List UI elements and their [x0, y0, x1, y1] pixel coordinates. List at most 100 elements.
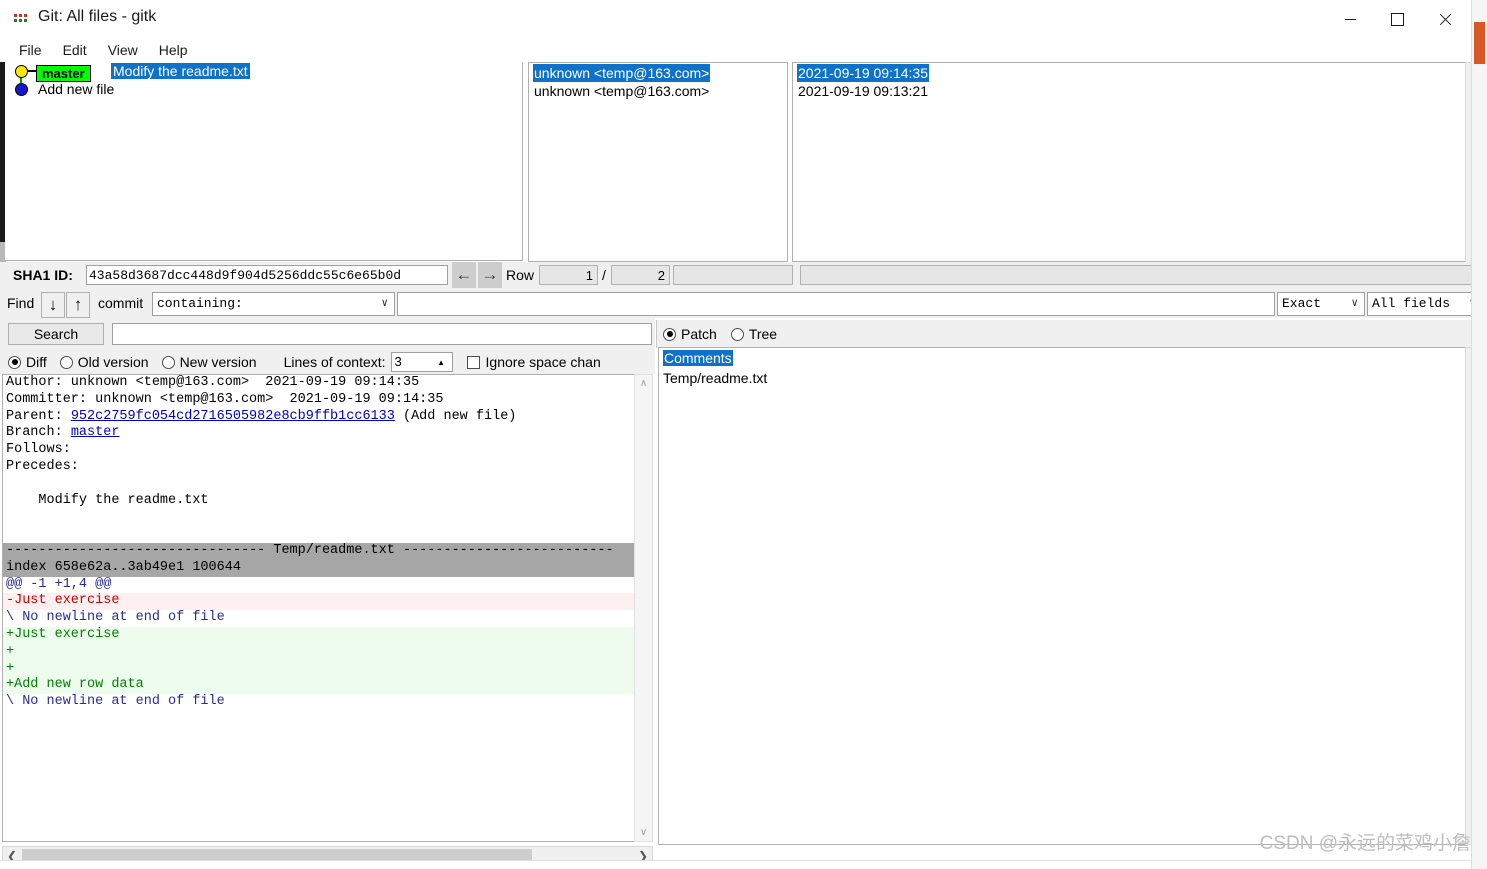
diff-text: + [6, 643, 15, 659]
lines-of-context-label: Lines of context: [283, 354, 386, 370]
chevron-down-icon: ∨ [1351, 298, 1358, 310]
commit-date-row-1[interactable]: 2021-09-19 09:13:21 [797, 82, 929, 100]
window-title: Git: All files - gitk [38, 8, 157, 25]
menu-item-file[interactable]: File [10, 40, 51, 60]
file-list-item-readme[interactable]: Temp/readme.txt [663, 370, 767, 386]
diff-line-4: Follows: [3, 442, 639, 459]
radio-new-version[interactable] [161, 355, 175, 369]
find-input[interactable] [397, 292, 1275, 316]
radio-tree[interactable] [730, 327, 744, 341]
menu-item-edit[interactable]: Edit [54, 40, 96, 60]
find-exact-select[interactable]: Exact ∨ [1277, 292, 1365, 316]
diff-text: Parent: [6, 408, 71, 424]
file-list-panel[interactable]: Comments Temp/readme.txt [658, 347, 1472, 845]
close-icon [1438, 13, 1451, 26]
maximize-button[interactable] [1374, 0, 1420, 38]
diff-line-17: + [3, 660, 639, 678]
commit-date-row-0[interactable]: 2021-09-19 09:14:35 [797, 64, 929, 82]
stepper-arrows[interactable]: ▲ ▼ [436, 354, 447, 385]
diff-link[interactable]: master [71, 425, 120, 440]
commit-subject-row-0[interactable]: Modify the readme.txt [111, 63, 250, 79]
lines-of-context-stepper[interactable]: 3 ▲ ▼ [390, 352, 453, 385]
back-button[interactable]: ← [452, 262, 476, 288]
gitk-window: Git: All files - gitk File Edit View Hel… [0, 0, 1487, 869]
diff-line-5: Precedes: [3, 459, 639, 476]
row-total-field: 2 [611, 265, 670, 285]
diff-text: @@ -1 +1,4 @@ [6, 576, 112, 592]
commit-author-pane[interactable]: unknown <temp@163.com> unknown <temp@163… [528, 62, 788, 262]
diff-panel[interactable]: Author: unknown <temp@163.com> 2021-09-1… [2, 374, 640, 842]
find-mode-select[interactable]: containing: ∨ [152, 292, 395, 316]
menu-item-view[interactable]: View [99, 40, 147, 60]
commit-author-row-1[interactable]: unknown <temp@163.com> [533, 82, 710, 100]
maximize-icon [1390, 12, 1404, 26]
diff-text: -Just exercise [6, 593, 120, 609]
radio-diff-label: Diff [26, 354, 47, 370]
diff-text: -------------------------------- Temp/re… [6, 542, 614, 558]
find-commit-label: commit [98, 295, 144, 311]
diff-text: \ No newline at end of file [6, 694, 225, 710]
close-button[interactable] [1421, 0, 1467, 38]
chevron-down-icon: ∨ [381, 298, 388, 310]
find-fields-select[interactable]: All fields ∨ [1367, 292, 1483, 316]
radio-patch[interactable] [663, 327, 676, 341]
branch-tag-master[interactable]: master [36, 65, 91, 82]
graph-node-head [15, 65, 28, 78]
commit-date-pane[interactable]: 2021-09-19 09:14:35 2021-09-19 09:13:21 [792, 62, 1467, 262]
find-fields-value: All fields [1372, 296, 1451, 311]
diff-line-2: Parent: 952c2759fc054cd2716505982e8cb9ff… [3, 409, 639, 426]
file-list-item-comments[interactable]: Comments [663, 350, 733, 366]
menu-bar: File Edit View Help [0, 38, 1477, 62]
search-input[interactable] [112, 323, 652, 345]
minimize-icon [1344, 18, 1356, 20]
diff-text: +Just exercise [6, 626, 120, 642]
sha1-input[interactable]: 43a58d3687dcc448d9f904d5256ddc55c6e65b0d [86, 265, 448, 285]
ignore-space-checkbox[interactable] [466, 355, 480, 369]
radio-old-version[interactable] [59, 355, 73, 369]
commit-graph-pane[interactable]: master Modify the readme.txt Add new fil… [5, 62, 523, 261]
page-scrollbar[interactable] [1471, 0, 1487, 869]
diff-line-1: Committer: unknown <temp@163.com> 2021-0… [3, 392, 639, 409]
diff-options-row: Diff Old version New version Lines of co… [0, 350, 655, 385]
diff-line-15: +Just exercise [3, 626, 639, 644]
sha1-label: SHA1 ID: [13, 267, 73, 283]
minimize-button[interactable] [1327, 0, 1373, 38]
page-scroll-thumb[interactable] [1474, 22, 1485, 64]
search-button[interactable]: Search [8, 323, 104, 345]
view-mode-row: Patch Tree [656, 320, 1487, 348]
list-item[interactable]: Temp/readme.txt [659, 368, 1471, 388]
diff-text: Committer: unknown <temp@163.com> 2021-0… [6, 391, 444, 407]
diff-line-3: Branch: master [3, 425, 639, 442]
commit-graph-glyphs [5, 62, 38, 102]
diff-line-12: @@ -1 +1,4 @@ [3, 577, 639, 594]
watermark: CSDN @永远的菜鸡小詹 [1259, 833, 1471, 854]
find-prev-button[interactable]: ↑ [66, 292, 90, 318]
commit-subject-row-1[interactable]: Add new file [36, 81, 116, 97]
radio-patch-label: Patch [681, 326, 717, 342]
diff-text: (Add new file) [394, 408, 517, 424]
diff-line-7: Modify the readme.txt [3, 493, 639, 510]
find-label: Find [7, 295, 35, 311]
find-next-button[interactable]: ↓ [41, 292, 65, 318]
menu-item-help[interactable]: Help [150, 40, 197, 60]
diff-line-10: -------------------------------- Temp/re… [3, 542, 639, 560]
title-bar: Git: All files - gitk [0, 0, 1477, 38]
radio-diff[interactable] [8, 355, 21, 369]
diff-text: +Add new row data [6, 677, 144, 693]
diff-link[interactable]: 952c2759fc054cd2716505982e8cb9ffb1cc6133 [71, 409, 395, 424]
stepper-up-icon[interactable]: ▲ [437, 354, 445, 372]
list-item[interactable]: Comments [659, 348, 1471, 368]
commit-author-row-0[interactable]: unknown <temp@163.com> [533, 64, 711, 82]
lines-of-context-value: 3 [394, 354, 402, 369]
diff-text: + [6, 660, 15, 676]
forward-button[interactable]: → [478, 262, 502, 288]
window-bottom-edge [0, 860, 1472, 869]
row-spacer-field [800, 265, 1481, 285]
scroll-up-icon[interactable]: ∧ [635, 375, 652, 392]
scroll-down-icon[interactable]: ∨ [635, 824, 652, 841]
diff-text: Modify the readme.txt [6, 492, 209, 508]
diff-text: Precedes: [6, 458, 79, 474]
row-extra-field [673, 265, 793, 285]
diff-vertical-scrollbar[interactable]: ∧ ∨ [634, 374, 653, 842]
row-current-field[interactable]: 1 [539, 265, 598, 285]
